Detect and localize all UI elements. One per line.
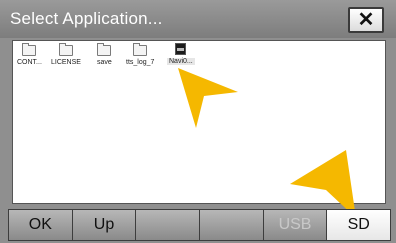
ok-button[interactable]: OK <box>8 209 73 241</box>
file-name: save <box>97 59 112 66</box>
usb-button[interactable]: USB <box>262 209 328 241</box>
folder-icon <box>97 43 112 56</box>
bottom-toolbar: OK Up USB SD <box>8 209 392 241</box>
file-item-save[interactable]: save <box>97 43 112 66</box>
folder-icon <box>133 43 148 56</box>
up-button[interactable]: Up <box>71 209 137 241</box>
file-name: CONT... <box>17 59 42 66</box>
file-name: tts_log_7 <box>126 59 155 66</box>
empty-button-1[interactable] <box>135 209 201 241</box>
pointer-arrow-icon <box>178 68 238 128</box>
file-name: Navi0... <box>167 58 195 65</box>
empty-button-2[interactable] <box>199 209 264 241</box>
file-item-contents[interactable]: CONT... <box>17 43 42 66</box>
close-button[interactable]: ✕ <box>348 7 384 33</box>
close-icon: ✕ <box>357 9 375 31</box>
title-bar: Select Application... ✕ <box>0 0 396 38</box>
select-application-dialog: Select Application... ✕ CONT... LICENSE … <box>0 0 396 243</box>
file-item-license[interactable]: LICENSE <box>51 43 81 66</box>
app-file-icon <box>175 43 187 55</box>
folder-icon <box>22 43 37 56</box>
sd-button[interactable]: SD <box>326 209 392 241</box>
dialog-title: Select Application... <box>10 9 163 28</box>
folder-icon <box>58 43 73 56</box>
file-name: LICENSE <box>51 59 81 66</box>
file-item-navi[interactable]: Navi0... <box>167 43 195 65</box>
file-item-tts-log[interactable]: tts_log_7 <box>126 43 155 66</box>
